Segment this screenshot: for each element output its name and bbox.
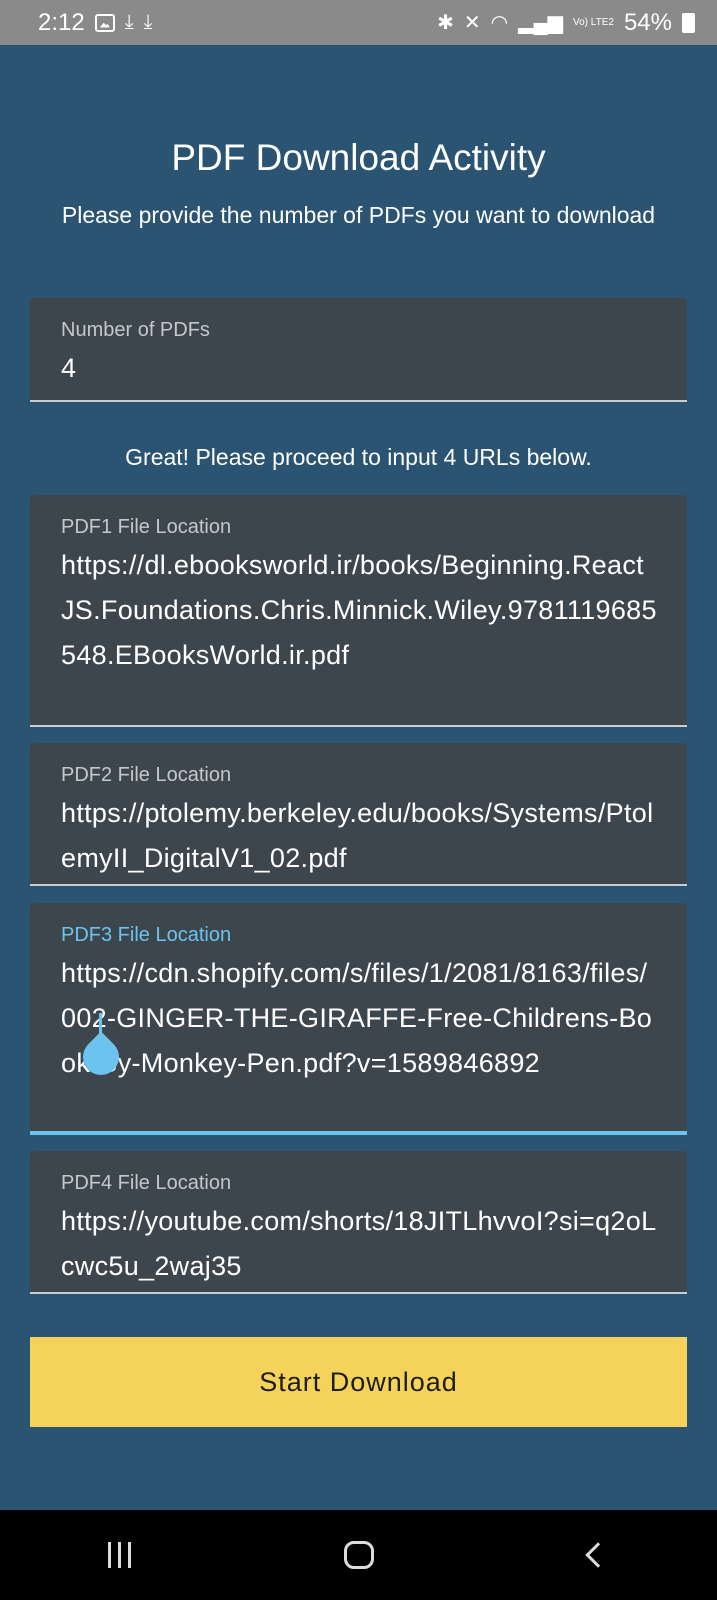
page-title: PDF Download Activity xyxy=(171,137,546,178)
gallery-icon xyxy=(94,13,115,32)
pdf1-location-field[interactable]: PDF1 File Location https://dl.ebooksworl… xyxy=(30,495,687,727)
cursor-drop-icon[interactable] xyxy=(75,1031,127,1083)
pdf4-location-label: PDF4 File Location xyxy=(61,1172,232,1194)
pdf2-location-field[interactable]: PDF2 File Location https://ptolemy.berke… xyxy=(30,743,687,886)
start-download-button[interactable]: Start Download xyxy=(30,1337,687,1427)
mute-icon: ✕ xyxy=(463,12,481,34)
pdf3-location-field[interactable]: PDF3 File Location https://cdn.shopify.c… xyxy=(30,903,687,1135)
pdf2-location-label: PDF2 File Location xyxy=(61,764,232,786)
pdf1-location-label: PDF1 File Location xyxy=(61,516,232,538)
pdf4-location-value[interactable]: https://youtube.com/shorts/18JITLhvvoI?s… xyxy=(61,1199,657,1289)
recents-icon xyxy=(108,1542,131,1568)
pdf3-location-value[interactable]: https://cdn.shopify.com/s/files/1/2081/8… xyxy=(61,951,657,1086)
battery-icon xyxy=(682,12,695,33)
network-type: Vo) LTE2 xyxy=(573,17,614,28)
recents-button[interactable] xyxy=(80,1525,160,1585)
bluetooth-icon: ✱ xyxy=(437,12,454,34)
system-nav-bar xyxy=(0,1510,717,1600)
back-icon xyxy=(584,1542,611,1568)
battery-percent: 54% xyxy=(623,8,672,36)
download-icon: ⤓ xyxy=(124,11,134,33)
back-button[interactable] xyxy=(558,1525,638,1585)
status-right: ✱ ✕ ◠ ▂▄▆ Vo) LTE2 54% xyxy=(437,9,695,37)
pdf3-location-label: PDF3 File Location xyxy=(61,924,232,946)
home-icon xyxy=(343,1541,374,1569)
status-left: 2:12 ⤓ ⤓ xyxy=(38,9,152,37)
pdf2-location-value[interactable]: https://ptolemy.berkeley.edu/books/Syste… xyxy=(61,791,657,881)
status-time: 2:12 xyxy=(38,8,85,36)
wifi-icon: ◠ xyxy=(490,12,509,34)
pdf4-location-field[interactable]: PDF4 File Location https://youtube.com/s… xyxy=(30,1151,687,1294)
pdf1-location-value[interactable]: https://dl.ebooksworld.ir/books/Beginnin… xyxy=(61,543,657,678)
signal-icon: ▂▄▆ xyxy=(518,12,563,34)
pdf-count-label: Number of PDFs xyxy=(61,319,210,341)
status-bar: 2:12 ⤓ ⤓ ✱ ✕ ◠ ▂▄▆ Vo) LTE2 54% xyxy=(0,0,717,45)
home-button[interactable] xyxy=(319,1525,399,1585)
pdf-count-field[interactable]: Number of PDFs 4 xyxy=(30,298,687,402)
helper-text: Great! Please proceed to input 4 URLs be… xyxy=(125,444,592,470)
text-cursor-handle[interactable] xyxy=(75,1013,127,1095)
download-icon-2: ⤓ xyxy=(143,11,153,33)
main-content: PDF Download Activity Please provide the… xyxy=(0,45,717,1510)
pdf-count-value[interactable]: 4 xyxy=(61,346,657,391)
page-subtitle: Please provide the number of PDFs you wa… xyxy=(61,202,656,228)
